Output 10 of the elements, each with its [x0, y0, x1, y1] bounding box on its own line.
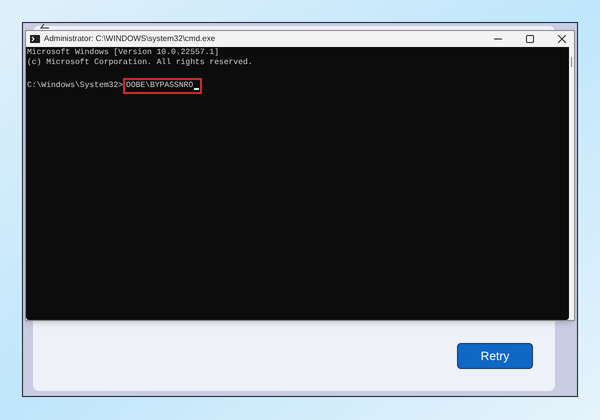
maximize-icon[interactable] — [526, 35, 534, 43]
close-icon[interactable] — [558, 35, 566, 43]
console-line: Microsoft Windows [Version 10.0.22557.1] — [27, 48, 220, 58]
retry-button[interactable]: Retry — [457, 343, 533, 369]
text-cursor — [194, 88, 200, 90]
typed-command: OOBE\BYPASSNRO — [126, 81, 194, 91]
window-title: Administrator: C:\WINDOWS\system32\cmd.exe — [44, 33, 216, 45]
console-line: (c) Microsoft Corporation. All rights reserved. — [27, 58, 254, 68]
command-prompt: C:\Windows\System32> — [27, 81, 124, 91]
terminal-icon — [30, 35, 40, 43]
